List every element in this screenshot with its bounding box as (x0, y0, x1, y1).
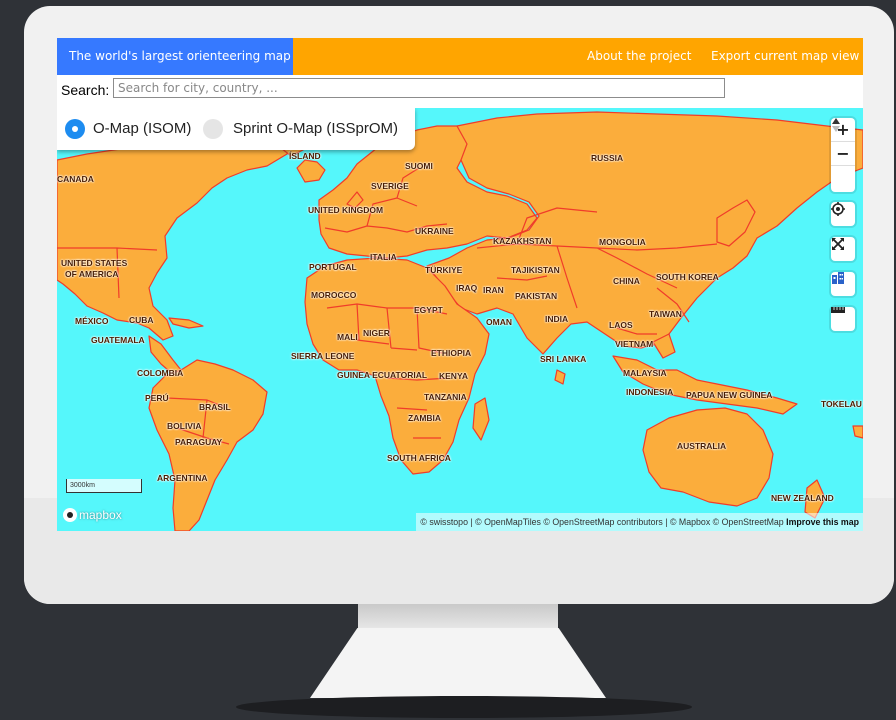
label-mali: MALI (337, 332, 358, 342)
label-tokelau: TOKELAU (821, 399, 862, 409)
label-peru: PERÚ (145, 393, 169, 403)
label-paraguay: PARAGUAY (175, 437, 223, 447)
export-link[interactable]: Export current map view (711, 38, 859, 75)
browser-screen: The world's largest orienteering map Abo… (57, 38, 863, 531)
fullscreen-icon[interactable] (831, 237, 855, 261)
label-sierra-leone: SIERRA LEONE (291, 351, 355, 361)
label-united-kingdom: UNITED KINGDOM (308, 205, 384, 215)
label-mexico: MÉXICO (75, 316, 109, 326)
label-ethiopia: ETHIOPIA (431, 348, 472, 358)
radio-sprint-omap-label[interactable]: Sprint O-Map (ISSprOM) (233, 119, 398, 139)
label-colombia: COLOMBIA (137, 368, 184, 378)
search-bar: Search: (57, 75, 863, 108)
label-island: ÍSLAND (289, 151, 321, 161)
label-niger: NIGER (363, 328, 390, 338)
label-indonesia: INDONESIA (626, 387, 674, 397)
label-vietnam: VIETNAM (615, 339, 654, 349)
mapbox-logo-icon (63, 508, 77, 522)
label-australia: AUSTRALIA (677, 441, 727, 451)
label-malaysia: MALAYSIA (623, 368, 667, 378)
label-kazakhstan: KAZAKHSTAN (493, 236, 552, 246)
label-mongolia: MONGOLIA (599, 237, 646, 247)
label-tajikistan: TAJIKISTAN (511, 265, 560, 275)
map-type-toggle: O-Map (ISOM) Sprint O-Map (ISSprOM) (57, 108, 415, 150)
ruler-icon[interactable] (831, 307, 855, 331)
map-attribution: © swisstopo | © OpenMapTiles © OpenStree… (416, 513, 863, 531)
buildings-control (831, 272, 855, 296)
geolocate-control (831, 202, 855, 226)
improve-map-link[interactable]: Improve this map (786, 517, 859, 527)
label-taiwan: TAIWAN (649, 309, 682, 319)
label-zambia: ZAMBIA (408, 413, 442, 423)
label-iran: IRAN (483, 285, 504, 295)
search-input[interactable] (113, 78, 725, 98)
label-canada: CANADA (57, 174, 94, 184)
label-morocco: MOROCCO (311, 290, 357, 300)
compass-icon[interactable] (831, 118, 855, 190)
label-united-states: UNITED STATES (61, 258, 128, 268)
buildings-icon[interactable] (831, 272, 855, 296)
label-portugal: PORTUGAL (309, 262, 357, 272)
label-sri-lanka: SRI LANKA (540, 354, 587, 364)
locate-icon[interactable] (831, 202, 855, 226)
scale-bar: 3000km (66, 479, 142, 493)
fullscreen-control (831, 237, 855, 261)
site-title[interactable]: The world's largest orienteering map (57, 38, 293, 75)
radio-omap-selected[interactable] (65, 119, 85, 139)
label-new-zealand: NEW ZEALAND (771, 493, 834, 503)
label-pakistan: PAKISTAN (515, 291, 558, 301)
zoom-controls: + − (831, 118, 855, 192)
label-papua-new-guinea: PAPUA NEW GUINEA (686, 390, 773, 400)
monitor-stand-neck (358, 604, 558, 628)
label-ukraine: UKRAINE (415, 226, 454, 236)
monitor-stand (310, 628, 606, 698)
label-brasil: BRASIL (199, 402, 231, 412)
zoom-out-icon[interactable]: − (831, 142, 855, 166)
world-map[interactable]: CANADA UNITED STATES OF AMERICA MÉXICO C… (57, 108, 863, 531)
label-guinea-ecuatorial: GUINEA ECUATORIAL (337, 370, 428, 380)
label-egypt: EGYPT (414, 305, 443, 315)
label-south-korea: SOUTH KOREA (656, 272, 719, 282)
mapbox-logo[interactable]: mapbox (63, 506, 122, 524)
attribution-text[interactable]: © swisstopo | © OpenMapTiles © OpenStree… (420, 517, 783, 527)
label-suomi: SUOMI (405, 161, 433, 171)
map-land-layer (57, 108, 863, 531)
label-china: CHINA (613, 276, 640, 286)
radio-sprint-omap[interactable] (203, 119, 223, 139)
measure-control (831, 307, 855, 331)
mapbox-logo-text: mapbox (79, 508, 122, 522)
radio-omap-label[interactable]: O-Map (ISOM) (93, 119, 191, 139)
label-bolivia: BOLIVIA (167, 421, 202, 431)
label-argentina: ARGENTINA (157, 473, 208, 483)
label-of-america: OF AMERICA (65, 269, 119, 279)
label-india: INDIA (545, 314, 569, 324)
label-kenya: KENYA (439, 371, 468, 381)
label-laos: LAOS (609, 320, 633, 330)
label-russia: RUSSIA (591, 153, 624, 163)
label-south-africa: SOUTH AFRICA (387, 453, 451, 463)
label-iraq: IRAQ (456, 283, 478, 293)
about-link[interactable]: About the project (587, 38, 691, 75)
monitor-stand-shadow (236, 696, 692, 718)
label-italia: ITALIA (370, 252, 397, 262)
label-guatemala: GUATEMALA (91, 335, 145, 345)
label-tanzania: TANZANIA (424, 392, 467, 402)
label-cuba: CUBA (129, 315, 154, 325)
label-oman: OMAN (486, 317, 512, 327)
search-label: Search: (61, 82, 110, 98)
label-turkiye: TÜRKIYE (425, 265, 463, 275)
label-sverige: SVERIGE (371, 181, 409, 191)
top-navigation: The world's largest orienteering map Abo… (57, 38, 863, 75)
